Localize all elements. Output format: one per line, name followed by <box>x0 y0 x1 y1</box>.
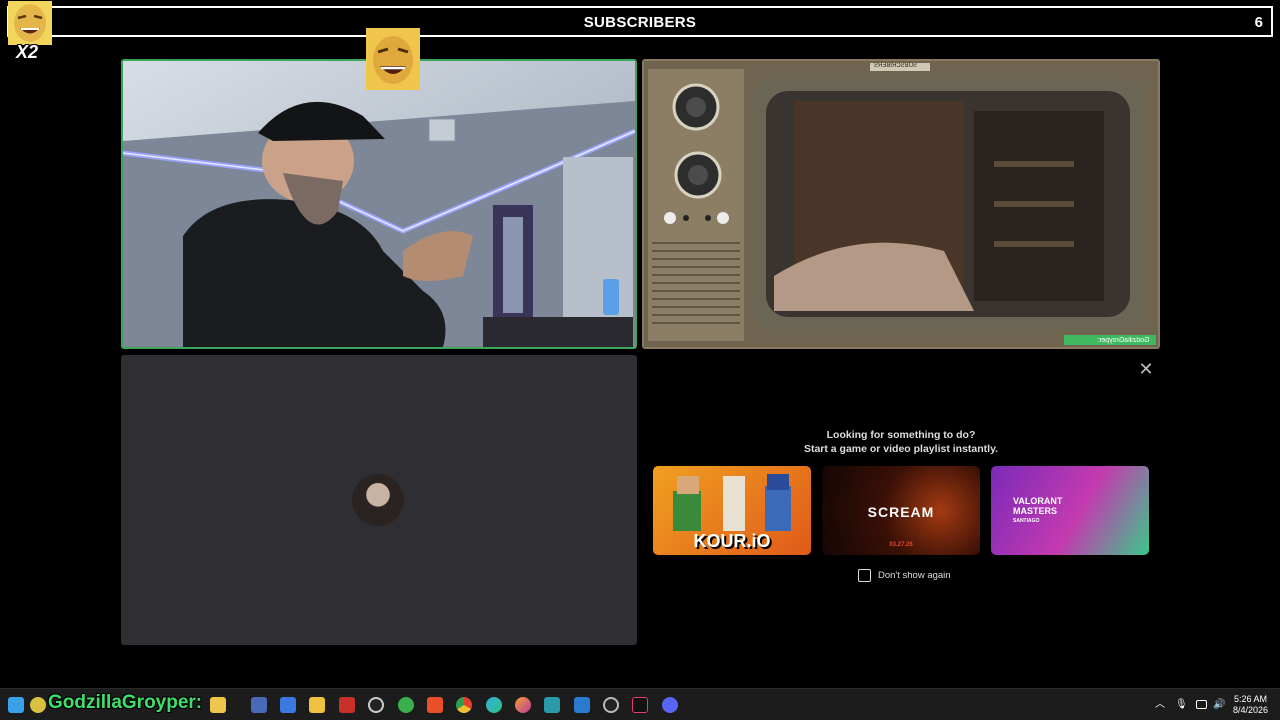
subscriber-banner-title: SUBSCRIBERS <box>583 14 697 31</box>
activity-card-scream[interactable]: SCREAM 03.27.26 <box>822 466 980 555</box>
stream-screen: SUBSCRIBERS 6 X2 SUBSCRIBERS GodzillaGro… <box>0 0 1280 720</box>
outlook-icon[interactable] <box>251 697 267 713</box>
edge-icon[interactable] <box>486 697 502 713</box>
tiktok-icon[interactable] <box>632 697 648 713</box>
valorant-title: VALORANT MASTERS <box>1013 496 1063 516</box>
multiplier-label: X2 <box>16 42 39 62</box>
activity-card-valorant[interactable]: VALORANT MASTERS SANTIAGO <box>991 466 1149 555</box>
dont-show-again-option[interactable]: Don't show again <box>858 568 951 582</box>
clock-app-icon[interactable] <box>368 697 384 713</box>
activity-subheading: Start a game or video playlist instantly… <box>803 443 999 455</box>
chat-username-overlay: GodzillaGroyper: <box>48 692 203 713</box>
activity-suggestion-panel: ✕ Looking for something to do? Start a g… <box>642 355 1160 645</box>
clock-time: 5:26 AM <box>1233 694 1267 704</box>
taskbar-clock[interactable]: 5:26 AM 8/4/2026 <box>1233 694 1268 716</box>
network-icon[interactable] <box>1196 700 1207 709</box>
tv-chat-username: GodzillaGroyper: <box>1097 337 1150 344</box>
subscriber-count: 6 <box>1254 14 1263 31</box>
volume-icon[interactable]: 🔊 <box>1213 699 1225 711</box>
tv-banner-title: SUBSCRIBERS <box>874 63 918 69</box>
copilot-icon[interactable] <box>30 697 46 713</box>
activity-heading: Looking for something to do? <box>826 429 976 441</box>
firefox-icon[interactable] <box>515 697 531 713</box>
news-icon[interactable] <box>339 697 355 713</box>
retro-tv-camera-feed <box>644 61 1158 347</box>
camera-feed-1 <box>123 61 635 347</box>
avatar <box>352 474 404 526</box>
clock-date: 8/4/2026 <box>1232 705 1268 715</box>
vscode-icon[interactable] <box>574 697 590 713</box>
video-tile-camera-1[interactable] <box>121 59 637 349</box>
activity-card-kour-io[interactable]: KOUR.iO <box>653 466 811 555</box>
dont-show-label: Don't show again <box>878 569 951 581</box>
scream-date: 03.27.26 <box>889 542 913 548</box>
brave-icon[interactable] <box>427 697 443 713</box>
video-tile-camera-2[interactable]: SUBSCRIBERS GodzillaGroyper: <box>642 59 1160 349</box>
microphone-icon[interactable]: 🎙 <box>1175 699 1188 711</box>
arduino-icon[interactable] <box>544 697 560 713</box>
valorant-subtitle: SANTIAGO <box>1013 518 1040 524</box>
dont-show-checkbox[interactable] <box>858 568 871 582</box>
video-tile-avatar[interactable] <box>121 355 637 645</box>
remote-icon[interactable] <box>280 697 296 713</box>
file-explorer-icon[interactable] <box>309 697 325 713</box>
subscriber-banner: SUBSCRIBERS 6 <box>7 6 1273 37</box>
chevron-up-icon[interactable]: ︿ <box>1154 699 1166 711</box>
activity-card-list: KOUR.iO SCREAM 03.27.26 VALORANT MASTERS… <box>653 466 1149 556</box>
kour-io-title: KOUR.iO <box>693 531 771 551</box>
chrome-icon[interactable] <box>456 697 472 713</box>
windows-taskbar: GodzillaGroyper: ︿ 🎙 🔊 5:26 AM 8/4/2026 <box>0 688 1280 720</box>
obs-icon[interactable] <box>603 697 619 713</box>
close-icon[interactable]: ✕ <box>1138 360 1154 378</box>
start-icon[interactable] <box>8 697 24 713</box>
laughing-face-emote-icon <box>366 28 420 90</box>
laughing-face-emote-icon <box>210 697 226 713</box>
maps-icon[interactable] <box>398 697 414 713</box>
discord-icon[interactable] <box>662 697 678 713</box>
scream-title: SCREAM <box>867 504 935 520</box>
laughing-face-emote-icon <box>8 1 52 45</box>
